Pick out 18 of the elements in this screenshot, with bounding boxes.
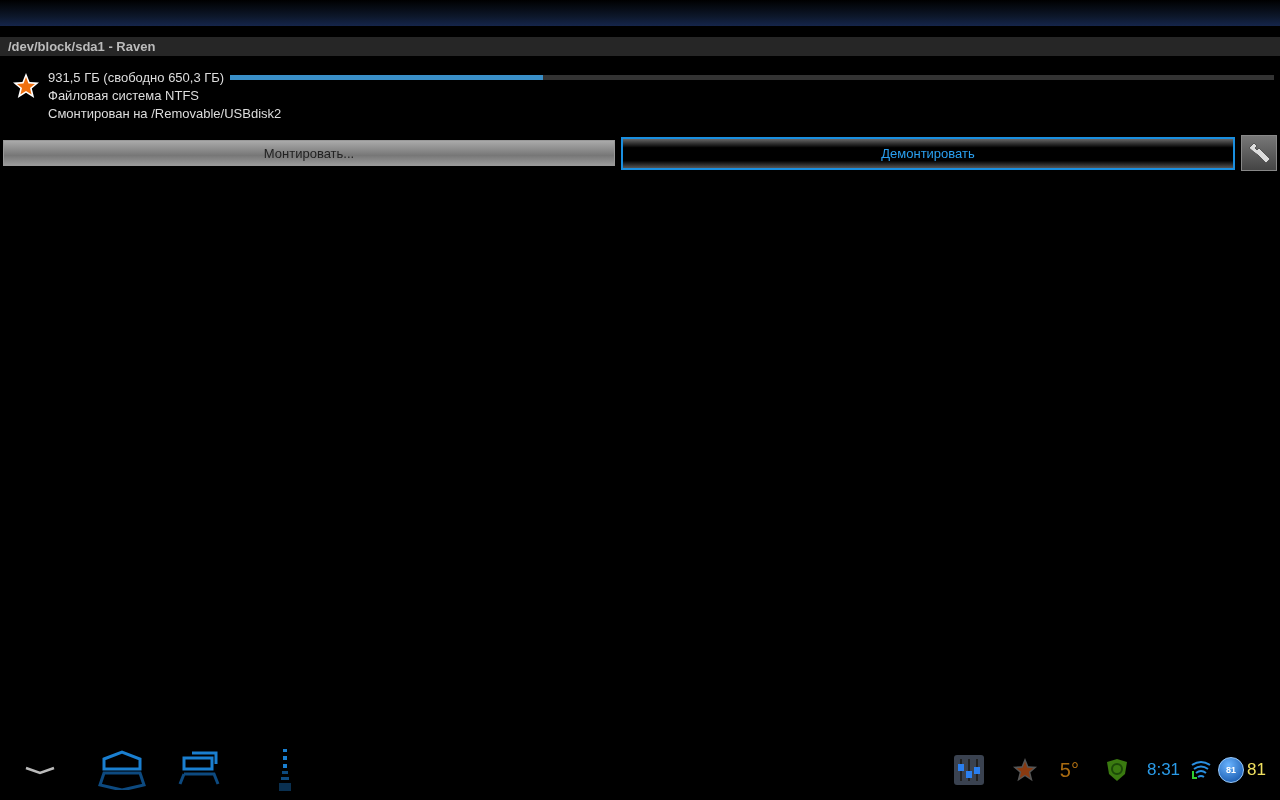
clock-text: 8:31 — [1147, 760, 1181, 780]
battery-badge: 81 — [1218, 757, 1245, 783]
wrench-icon — [1246, 140, 1272, 166]
unmount-button[interactable]: Демонтировать — [621, 136, 1235, 170]
device-title: /dev/block/sda1 - Raven — [0, 37, 1280, 56]
size-text: 931,5 ГБ (свободно 650,3 ГБ) — [48, 70, 225, 85]
menu-icon[interactable] — [278, 748, 292, 792]
battery-text: 81 — [1247, 760, 1266, 780]
wifi-icon[interactable] — [1190, 759, 1213, 781]
star-icon[interactable] — [12, 72, 40, 100]
mount-point-text: Смонтирован на /Removable/USBdisk2 — [48, 106, 283, 121]
settings-button[interactable] — [1241, 135, 1277, 171]
shield-icon[interactable] — [1105, 758, 1129, 782]
filesystem-text: Файловая система NTFS — [48, 88, 200, 103]
equalizer-icon[interactable] — [953, 755, 984, 785]
home-icon[interactable] — [98, 750, 146, 790]
temperature-text: 5° — [1059, 758, 1079, 782]
star-icon[interactable] — [1011, 757, 1038, 783]
